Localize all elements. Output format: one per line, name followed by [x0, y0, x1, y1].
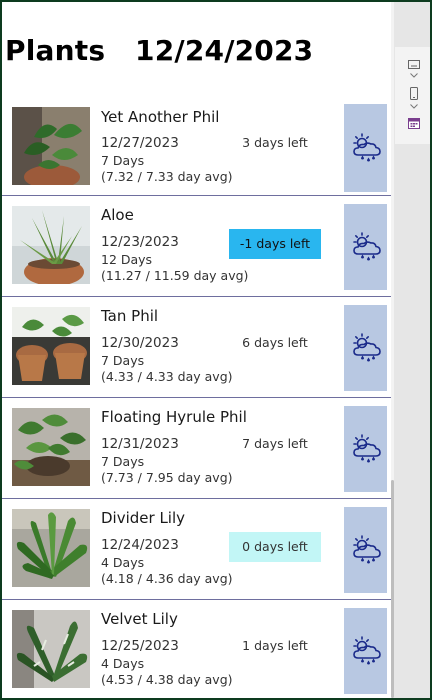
interval-average: (7.32 / 7.33 day avg) — [101, 169, 233, 184]
plant-photo — [12, 610, 90, 688]
plant-row[interactable]: Aloe 12/23/2023 12 Days (11.27 / 11.59 d… — [2, 196, 391, 297]
plant-list[interactable]: Yet Another Phil 12/27/2023 7 Days (7.32… — [2, 104, 391, 698]
side-toolbar — [394, 2, 430, 698]
sun-cloud-rain-icon — [352, 133, 381, 162]
screen-icon[interactable] — [408, 60, 420, 69]
interval-average: (4.53 / 4.38 day avg) — [101, 672, 233, 687]
plant-row[interactable]: Floating Hyrule Phil 12/31/2023 7 Days (… — [2, 398, 391, 499]
sun-cloud-rain-icon — [352, 434, 381, 463]
page-title: Plants 12/24/2023 — [5, 34, 314, 67]
plant-name: Aloe — [101, 206, 134, 224]
water-button[interactable] — [344, 204, 387, 290]
water-interval: 4 Days — [101, 656, 145, 671]
water-button[interactable] — [344, 305, 387, 391]
plant-photo — [12, 107, 90, 185]
sun-cloud-rain-icon — [352, 232, 381, 261]
plant-row[interactable]: Yet Another Phil 12/27/2023 7 Days (7.32… — [2, 104, 391, 196]
chevron-down-icon[interactable] — [408, 73, 420, 78]
plant-photo — [12, 509, 90, 587]
next-water-date: 12/31/2023 — [101, 436, 179, 452]
days-left-label: 1 days left — [242, 638, 308, 653]
plant-name: Floating Hyrule Phil — [101, 408, 247, 426]
next-water-date: 12/30/2023 — [101, 335, 179, 351]
next-water-date: 12/27/2023 — [101, 135, 179, 151]
phone-icon[interactable] — [408, 87, 420, 100]
interval-average: (4.33 / 4.33 day avg) — [101, 369, 233, 384]
plant-row[interactable]: Velvet Lily 12/25/2023 4 Days (4.53 / 4.… — [2, 600, 391, 698]
next-water-date: 12/25/2023 — [101, 638, 179, 654]
plant-photo — [12, 307, 90, 385]
water-interval: 12 Days — [101, 252, 153, 267]
plant-name: Yet Another Phil — [101, 108, 220, 126]
plant-name: Divider Lily — [101, 509, 186, 527]
days-left-badge: 0 days left — [229, 532, 321, 562]
water-button[interactable] — [344, 104, 387, 192]
plant-row[interactable]: Tan Phil 12/30/2023 7 Days (4.33 / 4.33 … — [2, 297, 391, 398]
sun-cloud-rain-icon — [352, 636, 381, 665]
interval-average: (11.27 / 11.59 day avg) — [101, 268, 249, 283]
days-left-label: 3 days left — [242, 135, 308, 150]
water-interval: 7 Days — [101, 353, 145, 368]
water-interval: 7 Days — [101, 454, 145, 469]
sun-cloud-rain-icon — [352, 535, 381, 564]
next-water-date: 12/24/2023 — [101, 537, 179, 553]
plant-photo — [12, 408, 90, 486]
app-frame: Plants 12/24/2023 Yet Another Phil 12/27… — [2, 2, 430, 698]
side-tool-panel — [395, 47, 430, 144]
chevron-down-icon[interactable] — [408, 104, 420, 109]
interval-average: (4.18 / 4.36 day avg) — [101, 571, 233, 586]
interval-average: (7.73 / 7.95 day avg) — [101, 470, 233, 485]
plant-name: Velvet Lily — [101, 610, 178, 628]
plant-photo — [12, 206, 90, 284]
plant-name: Tan Phil — [101, 307, 159, 325]
plants-screen: Plants 12/24/2023 Yet Another Phil 12/27… — [2, 2, 394, 698]
days-left-label: 7 days left — [242, 436, 308, 451]
sun-cloud-rain-icon — [352, 333, 381, 362]
days-left-badge: -1 days left — [229, 229, 321, 259]
water-button[interactable] — [344, 608, 387, 694]
days-left-label: 6 days left — [242, 335, 308, 350]
calendar-icon[interactable] — [408, 117, 420, 129]
water-button[interactable] — [344, 507, 387, 593]
water-interval: 4 Days — [101, 555, 145, 570]
water-interval: 7 Days — [101, 153, 145, 168]
next-water-date: 12/23/2023 — [101, 234, 179, 250]
plant-row[interactable]: Divider Lily 12/24/2023 4 Days (4.18 / 4… — [2, 499, 391, 600]
water-button[interactable] — [344, 406, 387, 492]
